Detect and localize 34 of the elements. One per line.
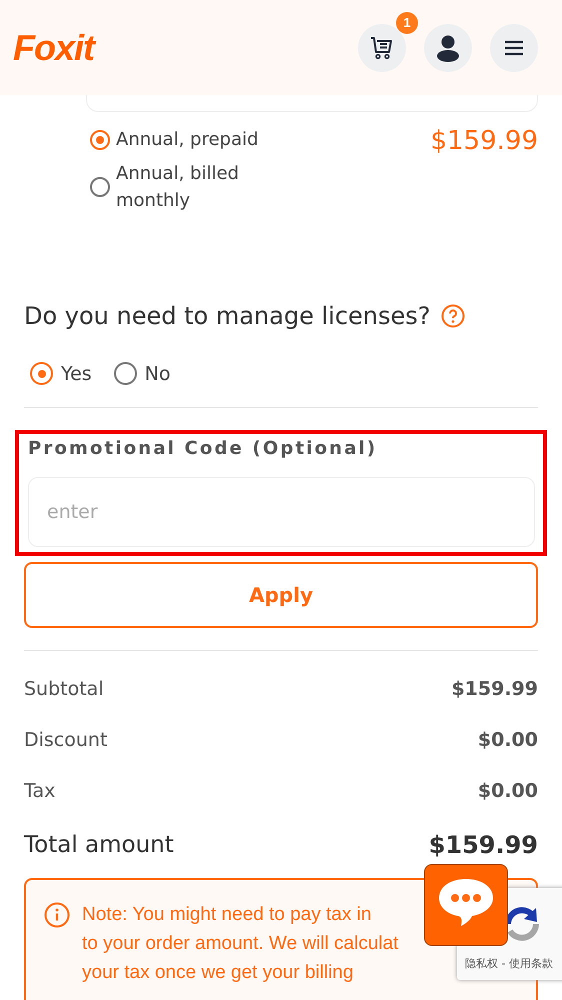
person-icon (435, 34, 461, 62)
radio-button[interactable] (90, 177, 110, 197)
total-label: Total amount (24, 832, 174, 858)
summary-value: $159.99 (451, 678, 538, 700)
summary-value: $0.00 (478, 780, 538, 802)
promo-label: Promotional Code (Optional) (28, 438, 378, 459)
note-text: to your order amount. We will calculat (82, 932, 398, 956)
cart-count-badge: 1 (396, 12, 418, 34)
total-value: $159.99 (428, 831, 538, 859)
cart-button[interactable] (358, 24, 406, 72)
license-option[interactable]: No (114, 362, 171, 385)
plan-option[interactable]: Annual, billed monthly (90, 160, 266, 214)
summary-label: Subtotal (24, 678, 104, 700)
radio-button[interactable] (30, 362, 53, 385)
account-button[interactable] (424, 24, 472, 72)
recaptcha-links[interactable]: 隐私权 - 使用条款 (465, 956, 553, 971)
note-text: Note: You might need to pay tax in (82, 903, 372, 927)
cart-icon (369, 34, 395, 60)
summary-label: Tax (24, 780, 56, 802)
summary-label: Discount (24, 728, 108, 750)
plan-price: $159.99 (430, 126, 538, 156)
radio-button[interactable] (114, 362, 137, 385)
licenses-question: Do you need to manage licenses? (24, 302, 430, 330)
note-text: your tax once we get your billing (82, 961, 354, 985)
menu-button[interactable] (490, 24, 538, 72)
info-icon (44, 902, 70, 928)
chat-button[interactable] (424, 864, 508, 946)
summary-value: $0.00 (478, 728, 538, 750)
plan-option[interactable]: Annual, prepaid (90, 126, 266, 153)
radio-button[interactable] (90, 130, 110, 150)
menu-icon (504, 40, 524, 56)
help-icon[interactable] (440, 304, 464, 328)
license-option[interactable]: Yes (30, 362, 92, 385)
promo-code-field[interactable]: enter (28, 477, 535, 547)
